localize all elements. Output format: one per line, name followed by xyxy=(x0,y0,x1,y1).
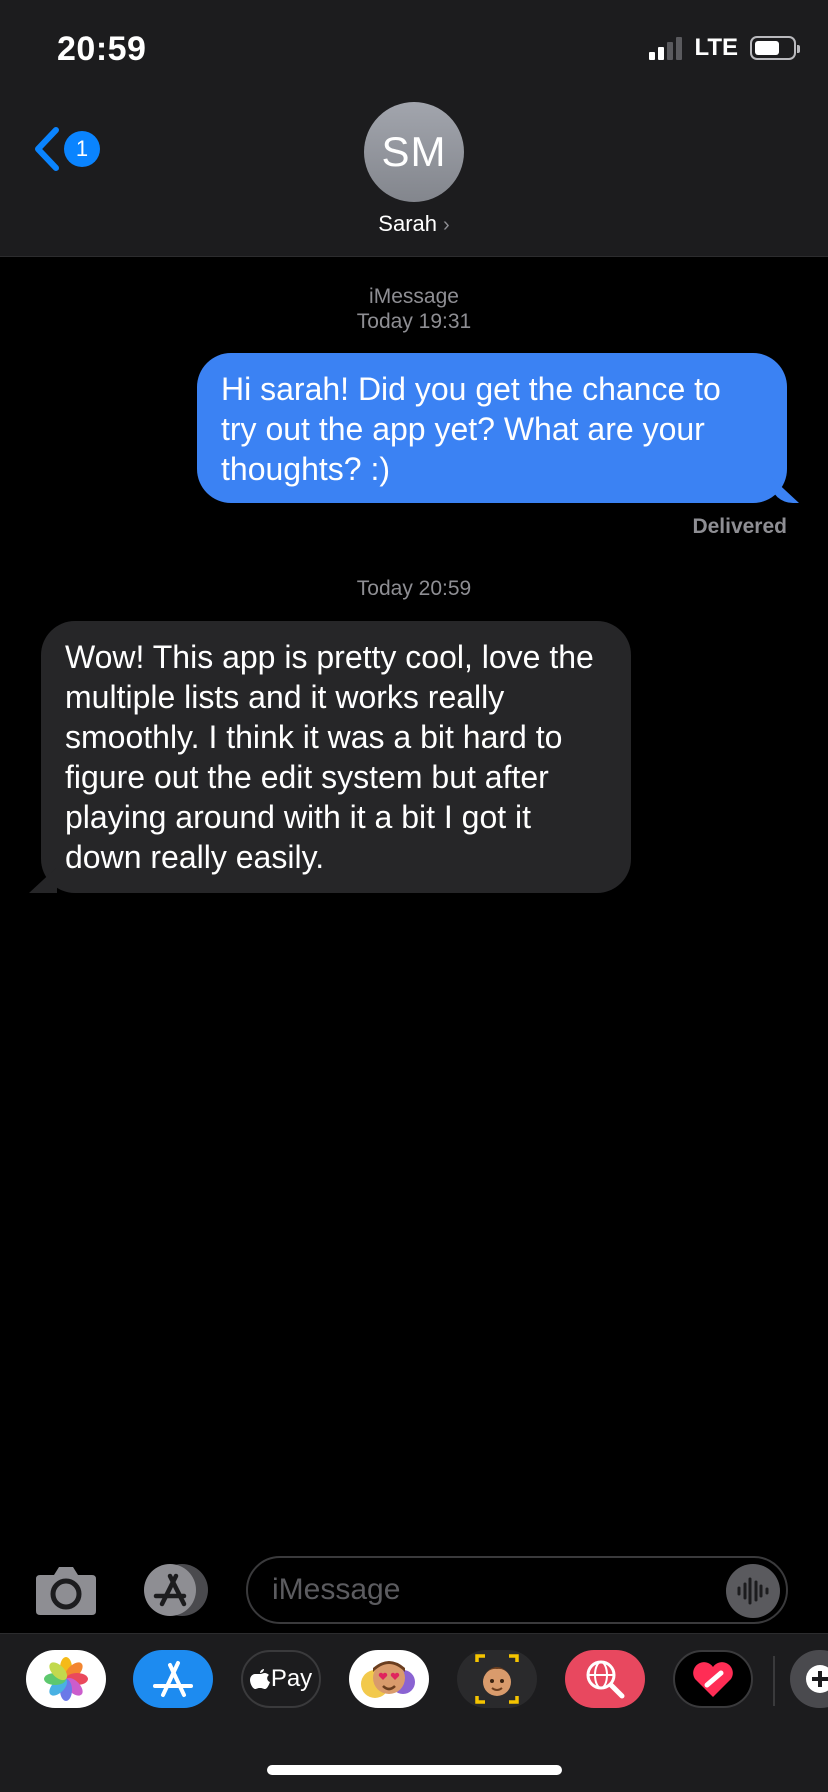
battery-icon xyxy=(750,36,800,60)
contact-avatar[interactable]: SM xyxy=(364,102,464,202)
contact-name: Sarah xyxy=(378,211,438,236)
conversation-header: 20:59 LTE 1 SM Sarah › xyxy=(0,0,828,257)
chevron-left-icon xyxy=(35,127,59,171)
back-button[interactable]: 1 xyxy=(30,126,100,172)
app-store-app-icon[interactable] xyxy=(133,1650,213,1708)
message-input[interactable] xyxy=(272,1570,692,1610)
contact-name-button[interactable]: Sarah › xyxy=(0,211,828,237)
status-indicators: LTE xyxy=(649,34,800,62)
apple-pay-app-icon[interactable]: Pay xyxy=(241,1650,321,1708)
photos-flower-icon xyxy=(44,1657,88,1701)
heart-icon xyxy=(693,1662,733,1697)
plus-icon xyxy=(806,1665,828,1693)
web-images-search-app-icon[interactable] xyxy=(565,1650,645,1708)
message-text: Hi sarah! Did you get the chance to try … xyxy=(221,371,721,487)
app-store-a-icon xyxy=(153,1661,193,1697)
memoji-stickers-icon xyxy=(361,1661,415,1698)
unread-count-badge: 1 xyxy=(64,131,100,167)
memoji-face-icon xyxy=(475,1654,519,1704)
photos-app-icon[interactable] xyxy=(26,1650,106,1708)
digital-touch-app-icon[interactable] xyxy=(673,1650,753,1708)
cellular-signal-icon xyxy=(649,36,683,60)
memoji-stickers-app-icon[interactable] xyxy=(349,1650,429,1708)
network-type: LTE xyxy=(694,34,738,61)
more-apps-icon[interactable] xyxy=(790,1650,828,1708)
messages-screen: 20:59 LTE 1 SM Sarah › iMessage Today 19… xyxy=(0,0,828,1792)
app-store-icon[interactable] xyxy=(140,1562,212,1618)
delivery-status: Delivered xyxy=(692,515,787,538)
sent-message-bubble[interactable]: Hi sarah! Did you get the chance to try … xyxy=(197,353,787,503)
message-text: Wow! This app is pretty cool, love the m… xyxy=(65,639,594,875)
status-time: 20:59 xyxy=(57,30,147,68)
globe-search-icon xyxy=(586,1660,625,1699)
chevron-right-icon: › xyxy=(443,214,450,236)
message-input-field[interactable] xyxy=(246,1556,788,1624)
home-indicator[interactable] xyxy=(267,1765,562,1775)
drawer-divider xyxy=(773,1656,775,1706)
message-timestamp: Today 19:31 xyxy=(356,310,472,333)
voice-message-button[interactable] xyxy=(726,1564,780,1618)
apple-pay-label: Pay xyxy=(270,1665,313,1692)
service-label: iMessage xyxy=(369,285,459,308)
message-timestamp: Today 20:59 xyxy=(356,577,472,600)
audio-waveform-icon xyxy=(737,1577,769,1605)
apple-logo-icon xyxy=(249,1669,270,1689)
received-message-bubble[interactable]: Wow! This app is pretty cool, love the m… xyxy=(41,621,631,893)
camera-icon[interactable] xyxy=(34,1563,98,1617)
animoji-app-icon[interactable] xyxy=(457,1650,537,1708)
